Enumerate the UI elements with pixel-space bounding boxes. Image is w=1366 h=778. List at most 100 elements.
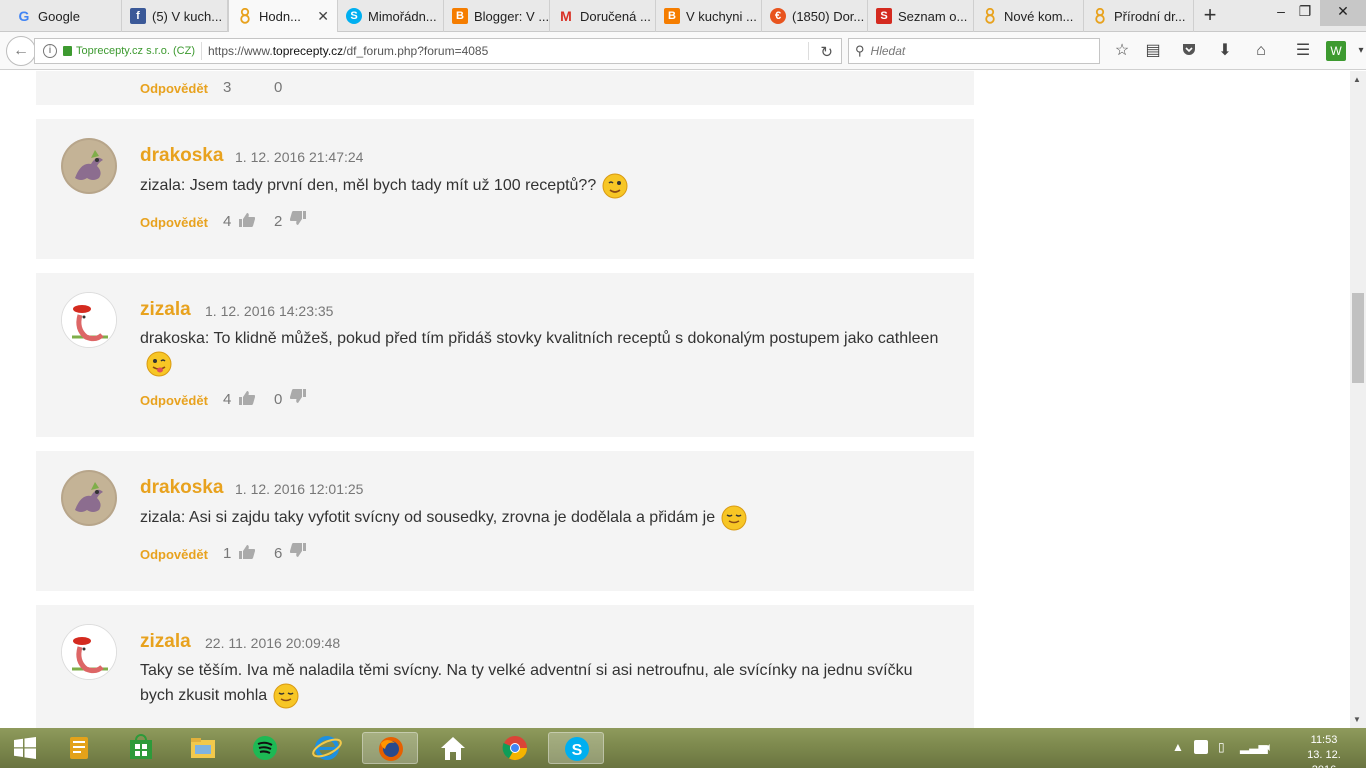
seznam-icon: S [876, 8, 892, 24]
reply-link[interactable]: Odpovědět [140, 547, 208, 562]
scroll-up-arrow-icon[interactable]: ▲ [1353, 75, 1361, 84]
security-icon[interactable] [1194, 740, 1208, 754]
username[interactable]: zizala [140, 299, 191, 321]
windows-taskbar: S ▲ ▯ ▂▃▅ 🔈︎ 11:53 13. 12. 2016 [0, 728, 1366, 776]
close-window-button[interactable]: ✕ [1320, 0, 1366, 26]
comment-body: Taky se těším. Iva mě naladila těmi svíc… [140, 662, 913, 705]
close-tab-icon[interactable]: ✕ [317, 8, 329, 25]
reply-link[interactable]: Odpovědět [140, 215, 208, 230]
system-clock[interactable]: 11:53 13. 12. 2016 [1296, 733, 1352, 778]
like-count: 1 [223, 545, 232, 562]
tab-skype[interactable]: S Mimořádn... [338, 0, 444, 32]
network-signal-icon[interactable]: ▂▃▅ [1240, 740, 1268, 754]
info-icon[interactable]: i [43, 44, 57, 58]
skype-icon[interactable]: S [548, 732, 604, 764]
tab-gmail[interactable]: M Doručená ... [550, 0, 656, 32]
bookmark-star-icon[interactable]: ☆ [1111, 41, 1133, 63]
comment-card: zizala 1. 12. 2016 14:23:35 drakoska: To… [36, 273, 974, 437]
url-domain: toprecepty.cz [272, 44, 344, 58]
chrome-icon[interactable] [498, 732, 532, 764]
like-count: 4 [223, 213, 232, 230]
like-count: 4 [223, 391, 232, 408]
reload-icon[interactable]: ↻ [820, 43, 833, 61]
tab-euro[interactable]: € (1850) Dor... [762, 0, 868, 32]
search-icon: ⚲ [855, 43, 865, 58]
tab-seznam[interactable]: S Seznam o... [868, 0, 974, 32]
extension-icon[interactable]: W [1326, 41, 1346, 61]
like-count: 3 [223, 79, 232, 96]
tab-toprecepty-2[interactable]: Nové kom... [974, 0, 1084, 32]
spotify-icon[interactable] [248, 732, 282, 764]
dislike-count: 2 [274, 213, 283, 230]
tab-blogger[interactable]: B Blogger: V ... [444, 0, 550, 32]
toprecepty-icon [237, 8, 253, 24]
toprecepty-icon [1092, 8, 1108, 24]
thumbs-down-icon[interactable] [289, 389, 306, 403]
store-icon[interactable] [124, 732, 158, 764]
comment-text: drakoska: To klidně můžeš, pokud před tí… [140, 327, 940, 377]
menu-icon[interactable]: ☰ [1292, 41, 1314, 63]
comment-body: drakoska: To klidně můžeš, pokud před tí… [140, 330, 939, 347]
new-tab-button[interactable]: + [1196, 2, 1224, 30]
chevron-down-icon[interactable]: ▾ [1350, 41, 1366, 63]
site-identity[interactable]: Toprecepty.cz s.r.o. (CZ) [76, 45, 195, 57]
dislike-count: 0 [274, 79, 283, 96]
avatar-zizala[interactable] [61, 624, 117, 680]
username[interactable]: drakoska [140, 477, 223, 499]
firefox-icon[interactable] [362, 732, 418, 764]
vertical-scrollbar[interactable]: ▲ ▼ [1350, 71, 1366, 728]
back-button[interactable]: ← [6, 36, 36, 66]
show-hidden-icons-icon[interactable]: ▲ [1172, 740, 1184, 754]
thumbs-up-icon[interactable] [239, 391, 256, 405]
comment-card: zizala 22. 11. 2016 20:09:48 Taky se těš… [36, 605, 974, 728]
avatar-zizala[interactable] [61, 292, 117, 348]
file-explorer-icon[interactable] [186, 732, 220, 764]
pocket-icon[interactable] [1178, 41, 1200, 63]
username[interactable]: zizala [140, 631, 191, 653]
search-box[interactable]: ⚲ Hledat [848, 38, 1100, 64]
navigation-bar: ← i Toprecepty.cz s.r.o. (CZ) https://ww… [0, 32, 1366, 70]
thumbs-up-icon[interactable] [239, 545, 256, 559]
url-text[interactable]: https://www.toprecepty.cz/df_forum.php?f… [208, 44, 488, 58]
volume-icon[interactable]: 🔈︎ [1266, 740, 1273, 755]
internet-explorer-icon[interactable] [310, 732, 344, 764]
tab-label: (5) V kuch... [152, 8, 223, 24]
avatar-drakoska[interactable] [61, 138, 117, 194]
thumbs-down-icon[interactable] [289, 543, 306, 557]
tab-toprecepty-3[interactable]: Přírodní dr... [1084, 0, 1194, 32]
scrollbar-thumb[interactable] [1352, 293, 1364, 383]
notes-icon[interactable] [62, 732, 96, 764]
address-bar[interactable]: i Toprecepty.cz s.r.o. (CZ) https://www.… [34, 38, 842, 64]
blogger-icon: B [664, 8, 680, 24]
skype-icon: S [346, 8, 362, 24]
avatar-drakoska[interactable] [61, 470, 117, 526]
scroll-down-arrow-icon[interactable]: ▼ [1353, 715, 1361, 724]
home-icon[interactable] [436, 732, 470, 764]
reading-list-icon[interactable]: ▤ [1142, 41, 1164, 63]
thumbs-down-icon[interactable] [289, 211, 306, 225]
reply-link[interactable]: Odpovědět [140, 81, 208, 96]
tab-label: (1850) Dor... [792, 8, 865, 24]
toprecepty-icon [982, 8, 998, 24]
divider [808, 42, 809, 60]
maximize-button[interactable]: ❐ [1290, 0, 1320, 26]
tongue-emoji-icon [146, 351, 172, 377]
downloads-icon[interactable]: ⬇ [1214, 41, 1236, 63]
thumbs-up-icon[interactable] [239, 213, 256, 227]
tab-bar: G Google f (5) V kuch... Hodn... ✕ S Mim… [0, 0, 1366, 32]
tab-label: Nové kom... [1004, 8, 1074, 24]
comment-date: 1. 12. 2016 14:23:35 [205, 303, 334, 319]
divider [201, 42, 202, 60]
comment-body: zizala: Jsem tady první den, měl bych ta… [140, 177, 597, 195]
tab-blogger-2[interactable]: B V kuchyni ... [656, 0, 762, 32]
tab-facebook[interactable]: f (5) V kuch... [122, 0, 228, 32]
dislike-count: 0 [274, 391, 283, 408]
tab-google[interactable]: G Google [8, 0, 122, 32]
reply-link[interactable]: Odpovědět [140, 393, 208, 408]
comment-card-partial: Odpovědět 3 0 [36, 71, 974, 105]
start-icon[interactable] [8, 732, 42, 764]
tab-toprecepty-active[interactable]: Hodn... ✕ [228, 0, 338, 32]
home-icon[interactable]: ⌂ [1250, 41, 1272, 63]
battery-icon[interactable]: ▯ [1218, 740, 1225, 754]
username[interactable]: drakoska [140, 145, 223, 167]
